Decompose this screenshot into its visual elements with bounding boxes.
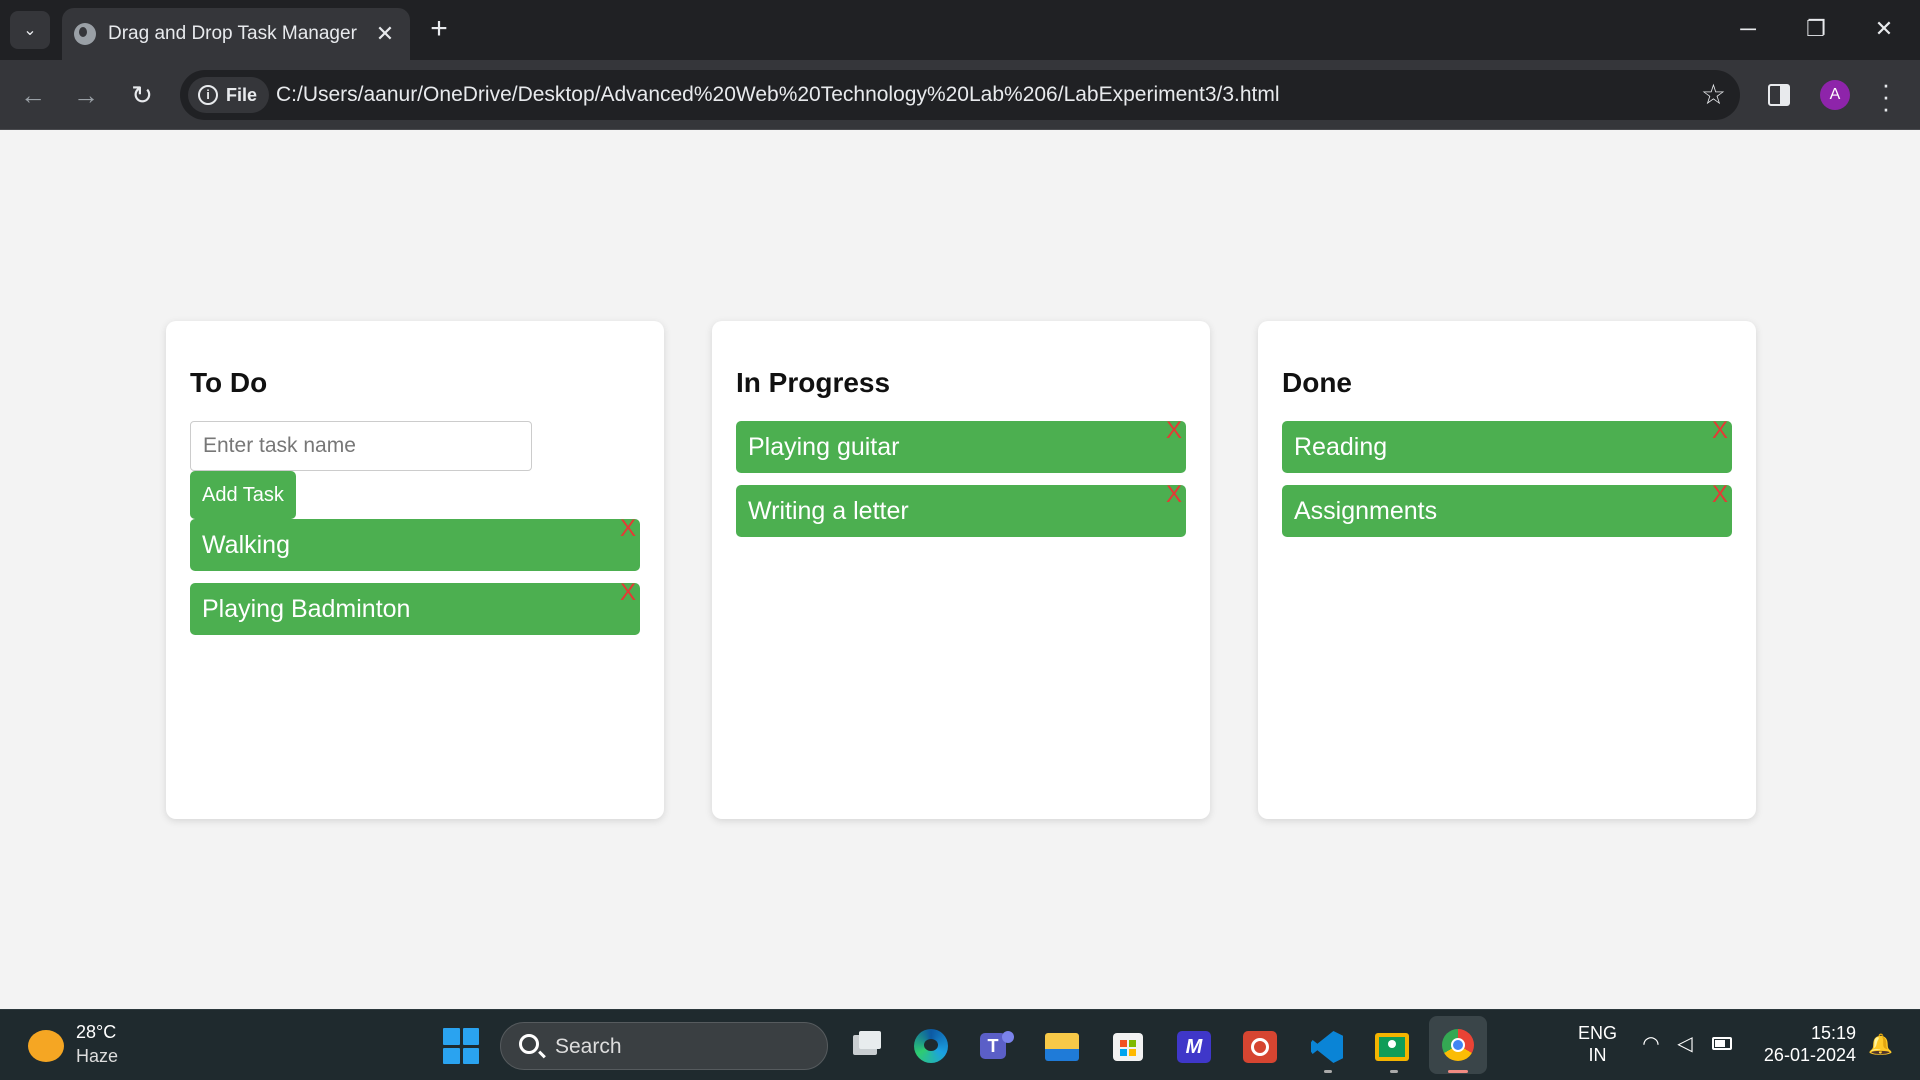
site-info-chip[interactable]: i File — [188, 77, 270, 113]
haze-weather-icon — [28, 1030, 64, 1062]
column-title: Done — [1282, 367, 1352, 398]
search-icon — [519, 1034, 539, 1054]
task-card[interactable]: Assignments X — [1282, 481, 1732, 537]
minimize-button[interactable]: ─ — [1720, 10, 1776, 48]
info-icon: i — [198, 85, 218, 105]
task-label: Assignments — [1294, 497, 1438, 525]
bookmark-star-icon[interactable]: ☆ — [1701, 78, 1726, 111]
task-card[interactable]: Playing Badminton X — [190, 579, 640, 635]
active-indicator — [1448, 1070, 1468, 1073]
notification-bell-icon[interactable]: 🔔 — [1868, 1034, 1893, 1056]
task-card[interactable]: Walking X — [190, 515, 640, 571]
kebab-menu-icon[interactable]: · · · — [1876, 71, 1896, 121]
language-primary: ENG — [1578, 1023, 1618, 1043]
teams-icon[interactable]: T — [976, 1025, 1018, 1067]
running-indicator — [1324, 1070, 1332, 1073]
page-content: To Do Add Task Walking X Playing Badmint… — [0, 131, 1920, 1009]
search-label: Search — [555, 1035, 622, 1058]
browser-toolbar: ← → ↻ i File C:/Users/aanur/OneDrive/Des… — [0, 60, 1920, 130]
google-classroom-icon[interactable] — [1371, 1025, 1413, 1067]
windows-taskbar: 28°C Haze Search T M ENG IN ◠ ◁ 15:19 26… — [0, 1009, 1920, 1080]
delete-task-button[interactable]: X — [1164, 479, 1184, 511]
file-explorer-icon[interactable] — [1041, 1025, 1083, 1067]
system-clock[interactable]: 15:19 26-01-2024 — [1756, 1022, 1856, 1066]
running-indicator — [1390, 1070, 1398, 1073]
task-name-input[interactable] — [190, 421, 532, 471]
wifi-icon[interactable]: ◠ — [1640, 1034, 1662, 1054]
task-label: Playing guitar — [748, 433, 900, 461]
profile-avatar[interactable]: A — [1820, 80, 1850, 110]
task-label: Walking — [202, 531, 290, 559]
tab-title: Drag and Drop Task Manager — [108, 23, 357, 44]
browser-tabstrip: ⌄ Drag and Drop Task Manager ✕ + ─ ❐ ✕ — [0, 0, 1920, 60]
delete-task-button[interactable]: X — [1710, 479, 1730, 511]
close-tab-icon[interactable]: ✕ — [372, 21, 398, 47]
taskbar-search-box[interactable]: Search — [500, 1022, 828, 1070]
language-secondary: IN — [1588, 1045, 1607, 1065]
windows-start-icon[interactable] — [443, 1028, 479, 1064]
battery-icon[interactable] — [1712, 1034, 1734, 1054]
task-card[interactable]: Writing a letter X — [736, 481, 1186, 537]
reload-button[interactable]: ↻ — [124, 77, 160, 113]
close-window-button[interactable]: ✕ — [1856, 10, 1912, 48]
chevron-down-icon: ⌄ — [23, 22, 37, 39]
side-panel-icon[interactable] — [1768, 84, 1790, 106]
language-indicator[interactable]: ENG IN — [1578, 1022, 1617, 1066]
address-bar[interactable]: i File C:/Users/aanur/OneDrive/Desktop/A… — [180, 70, 1740, 120]
task-view-icon[interactable] — [845, 1025, 887, 1067]
volume-icon[interactable]: ◁ — [1674, 1034, 1696, 1054]
delete-task-button[interactable]: X — [1164, 415, 1184, 447]
clock-date: 26-01-2024 — [1763, 1045, 1856, 1065]
globe-icon — [74, 23, 96, 45]
column-todo: To Do Add Task Walking X Playing Badmint… — [166, 321, 664, 819]
add-task-button[interactable]: Add Task — [190, 471, 296, 519]
back-button[interactable]: ← — [15, 77, 51, 113]
task-card[interactable]: Playing guitar X — [736, 417, 1186, 473]
red-app-icon[interactable] — [1239, 1025, 1281, 1067]
delete-task-button[interactable]: X — [1710, 415, 1730, 447]
browser-tab[interactable]: Drag and Drop Task Manager ✕ — [62, 8, 410, 60]
microsoft-store-icon[interactable] — [1107, 1025, 1149, 1067]
task-label: Reading — [1294, 433, 1388, 461]
chrome-icon[interactable] — [1429, 1016, 1487, 1074]
task-card[interactable]: Reading X — [1282, 417, 1732, 473]
vscode-icon[interactable] — [1305, 1025, 1347, 1067]
delete-task-button[interactable]: X — [618, 577, 638, 609]
task-label: Playing Badminton — [202, 595, 411, 623]
task-label: Writing a letter — [748, 497, 909, 525]
delete-task-button[interactable]: X — [618, 513, 638, 545]
weather-temperature: 28°C — [76, 1022, 117, 1042]
column-done: Done Reading X Assignments X — [1258, 321, 1756, 819]
weather-description: Haze — [76, 1046, 119, 1066]
new-tab-button[interactable]: + — [422, 12, 456, 46]
column-title: To Do — [190, 367, 268, 398]
restore-button[interactable]: ❐ — [1788, 10, 1844, 48]
edge-browser-icon[interactable] — [910, 1025, 952, 1067]
tab-search-button[interactable]: ⌄ — [10, 11, 50, 49]
site-info-label: File — [226, 84, 258, 105]
blue-app-icon[interactable]: M — [1173, 1025, 1215, 1067]
url-text[interactable]: C:/Users/aanur/OneDrive/Desktop/Advanced… — [276, 83, 1280, 107]
column-in-progress: In Progress Playing guitar X Writing a l… — [712, 321, 1210, 819]
clock-time: 15:19 — [1810, 1023, 1856, 1043]
forward-button[interactable]: → — [68, 77, 104, 113]
column-title: In Progress — [736, 367, 891, 398]
